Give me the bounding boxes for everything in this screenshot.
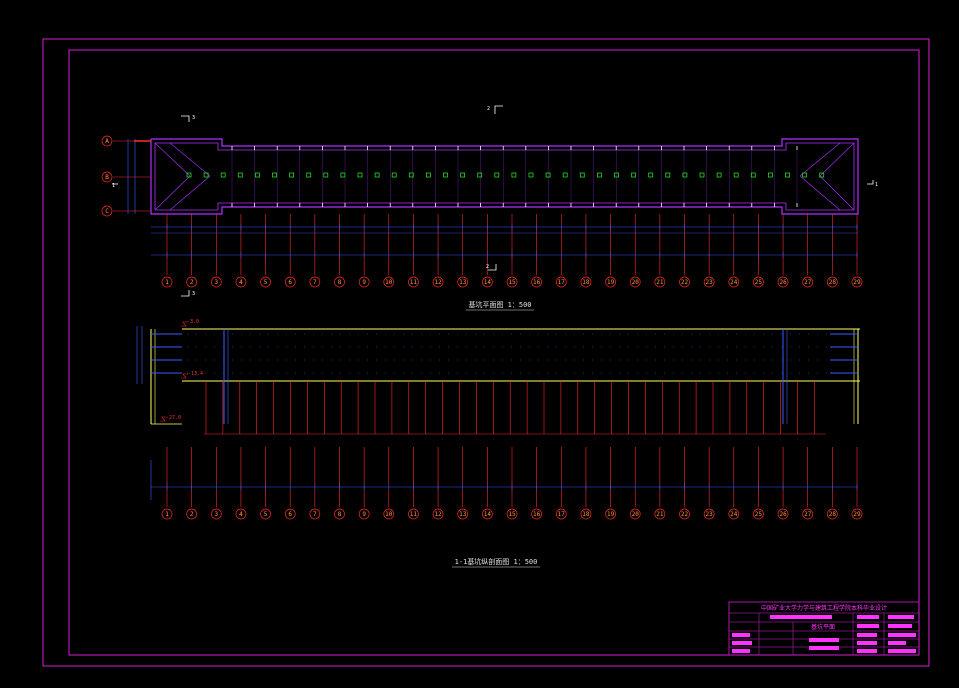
section-axis-label: 2 [190,511,194,518]
plan-axis-label: 21 [656,279,664,286]
section-marks [112,105,874,297]
plan-axis-label: 18 [582,279,590,286]
plan-axis-label: 23 [706,279,714,286]
plan-columns [186,172,825,178]
section-axis-label: 1 [165,511,169,518]
row-axes: A B C [101,135,151,217]
section-title: 1-1基坑纵剖面图 1：500 [455,557,538,566]
plan-axis-label: 25 [755,279,763,286]
plan-dimension-lines [151,224,858,258]
plan-axis-label: 2 [190,279,194,286]
plan-axis-label: 22 [681,279,689,286]
pit-plan-view: 1 2 3 4 5 6 7 8 9 10 11 12 13 14 15 16 17 18 19 20 21 22 23 24 2… [101,105,878,311]
section-axis-label: 27 [804,511,812,518]
section-axis-label: 5 [264,511,268,518]
section-axis-label: 29 [853,511,861,518]
section-mark-2-top: 2 [487,106,490,112]
level-bottom: -13.4 [188,371,203,377]
section-mark-1-left: 1 [112,183,115,189]
section-struts [151,333,858,374]
section-axis-label: 16 [533,511,541,518]
plan-axis-label: 27 [804,279,812,286]
pit-section-view: 1 2 3 4 5 6 7 8 9 10 11 12 13 14 15 16 17 18 19 20 21 22 23 24 2… [136,319,863,568]
plan-axis-label: 17 [558,279,566,286]
section-axis-label: 18 [582,511,590,518]
section-dimension-lines [150,460,858,500]
corner-braces [154,142,855,211]
section-axis-label: 22 [681,511,689,518]
plan-axis-label: 8 [338,279,342,286]
section-mark-1-right: 1 [875,182,878,188]
plan-axis-label: 7 [313,279,317,286]
plan-axis-label: 3 [214,279,218,286]
section-axis-label: 4 [239,511,243,518]
section-axis-label: 10 [385,511,393,518]
plan-axis-label: 6 [288,279,292,286]
section-axis-label: 21 [656,511,664,518]
plan-struts [231,146,798,207]
plan-axis-label: 16 [533,279,541,286]
section-axis-label: 3 [214,511,218,518]
plan-axis-label: 4 [239,279,243,286]
title-block: 中国矿业大学力学与建筑工程学院本科毕业设计 基坑平面 [728,601,920,656]
section-axis-label: 11 [410,511,418,518]
title-block-drawing-name: 基坑平面 [811,623,835,631]
row-axis-label-c: C [105,208,109,215]
section-axis-label: 24 [730,511,738,518]
section-axis-label: 9 [362,511,366,518]
section-axis-label: 28 [829,511,837,518]
plan-axis-label: 29 [853,279,861,286]
plan-axis-label: 26 [779,279,787,286]
cad-drawing: 1 2 3 4 5 6 7 8 9 10 11 12 13 14 15 16 17 18 19 20 21 22 23 24 2… [42,38,930,667]
section-axis-label: 25 [755,511,763,518]
section-axis-label: 26 [779,511,787,518]
plan-axis-label: 9 [362,279,366,286]
plan-axis-label: 5 [264,279,268,286]
section-mark-3-top: 3 [192,115,195,121]
section-axis-label: 17 [558,511,566,518]
plan-title: 基坑平面图 1：500 [468,300,531,309]
plan-axis-label: 12 [434,279,442,286]
section-axis-label: 12 [434,511,442,518]
section-piles [204,381,826,435]
title-block-header: 中国矿业大学力学与建筑工程学院本科毕业设计 [761,604,887,612]
row-axis-label-b: B [105,174,109,181]
plan-axis-label: 14 [484,279,492,286]
section-axis-label: 19 [607,511,615,518]
row-axis-label-a: A [105,138,109,145]
plan-axis-label: 11 [410,279,418,286]
plan-axis-label: 1 [165,279,169,286]
plan-axis-label: 10 [385,279,393,286]
plan-axis-label: 13 [459,279,467,286]
section-axis-label: 7 [313,511,317,518]
plan-axis-label: 15 [508,279,516,286]
plan-axis-label: 20 [632,279,640,286]
level-top: -3.0 [187,319,199,325]
section-mark-2-bottom: 2 [486,264,489,270]
section-axis-label: 15 [508,511,516,518]
section-axis-label: 13 [459,511,467,518]
section-axis-label: 20 [632,511,640,518]
plan-axis-label: 28 [829,279,837,286]
section-axis-label: 14 [484,511,492,518]
section-axis-label: 23 [706,511,714,518]
section-mark-3-bottom: 3 [192,291,195,297]
section-axis-label: 6 [288,511,292,518]
outer-frame [42,38,930,667]
plan-axis-label: 19 [607,279,615,286]
section-axis-label: 8 [338,511,342,518]
plan-axis-label: 24 [730,279,738,286]
pit-outline-inner [154,142,855,211]
level-pile-toe: -27.0 [166,415,181,421]
